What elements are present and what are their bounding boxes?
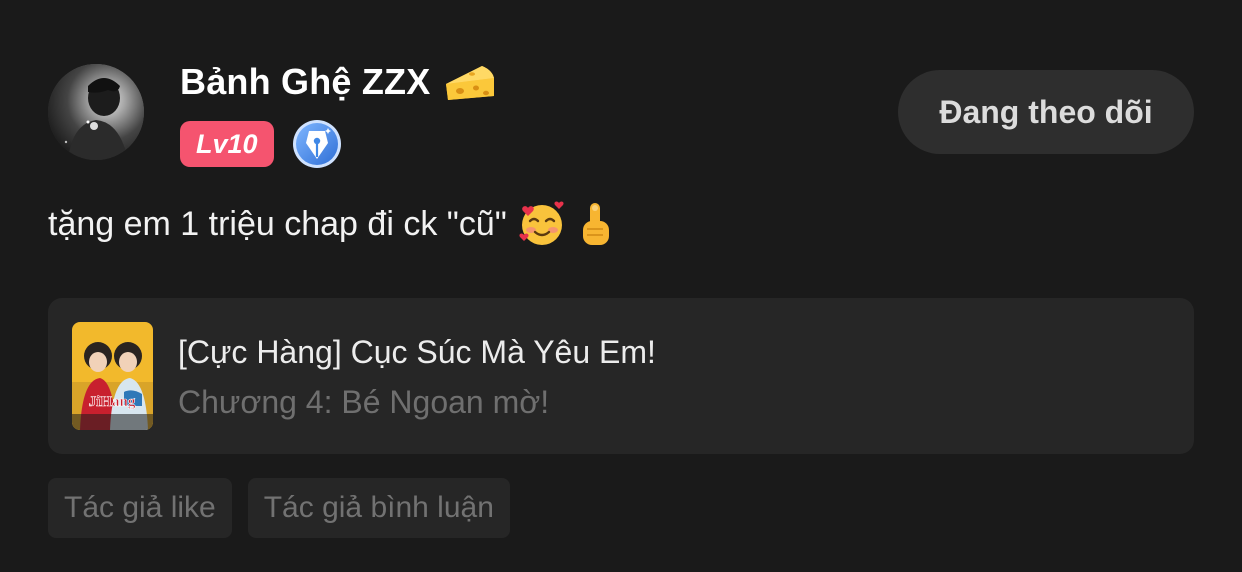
comment-text: tặng em 1 triệu chap đi ck "cũ" bbox=[48, 204, 507, 243]
chapter-title: [Cực Hàng] Cục Súc Mà Yêu Em! bbox=[178, 334, 656, 370]
pen-nib-icon bbox=[292, 120, 341, 168]
following-button[interactable]: Đang theo dõi bbox=[898, 70, 1194, 154]
author-reaction-tags: Tác giả like Tác giả bình luận bbox=[48, 478, 510, 538]
level-badge: Lv10 bbox=[180, 121, 274, 167]
avatar[interactable] bbox=[48, 64, 144, 160]
chapter-subtitle: Chương 4: Bé Ngoan mờ! bbox=[178, 384, 550, 420]
chapter-link-card[interactable]: JiHang [Cực Hàng] Cục Súc Mà Yêu Em! Chư… bbox=[48, 298, 1194, 454]
comment-card: Bảnh Ghệ ZZX Lv10 Đang theo dõi tặng em … bbox=[0, 0, 1242, 572]
username[interactable]: Bảnh Ghệ ZZX bbox=[180, 61, 430, 103]
tag-author-liked: Tác giả like bbox=[48, 478, 232, 538]
tag-author-commented: Tác giả bình luận bbox=[247, 478, 510, 538]
cheese-icon bbox=[446, 66, 495, 100]
comment-text-row: tặng em 1 triệu chap đi ck "cũ" bbox=[48, 196, 613, 252]
smiling-face-with-hearts-icon bbox=[519, 201, 564, 245]
comic-cover-thumbnail: JiHang bbox=[72, 322, 153, 430]
user-badges: Lv10 bbox=[180, 119, 342, 169]
username-row: Bảnh Ghệ ZZX bbox=[180, 56, 498, 108]
pointing-up-finger-icon bbox=[582, 203, 609, 245]
svg-text:JiHang: JiHang bbox=[89, 394, 136, 410]
